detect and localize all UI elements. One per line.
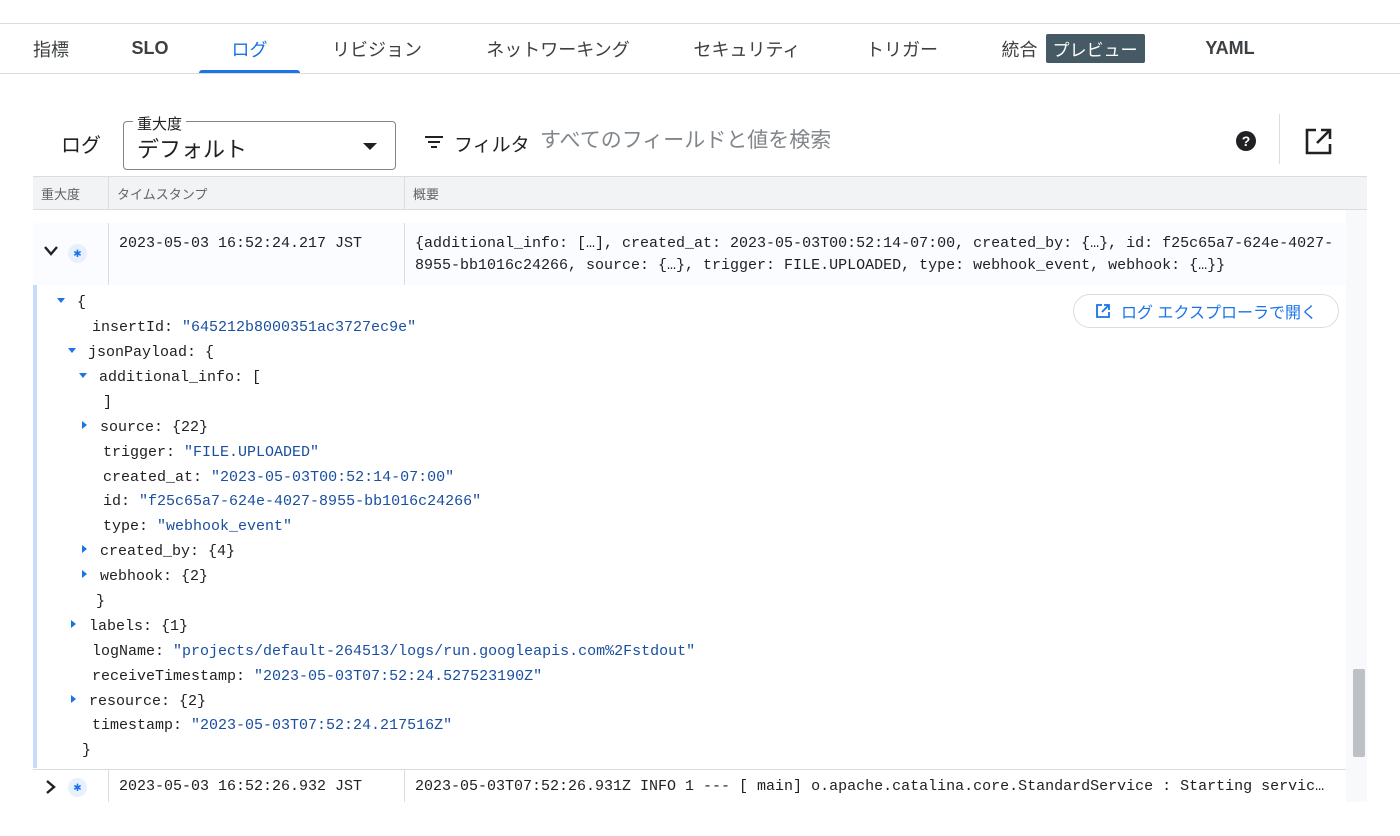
top-bar <box>0 0 1400 24</box>
scrollbar-thumb[interactable] <box>1353 669 1365 757</box>
tab-slo[interactable]: SLO <box>118 24 182 73</box>
collapse-icon[interactable] <box>79 372 87 378</box>
severity-label: 重大度 <box>133 113 187 134</box>
field-created-at: created_at: "2023-05-03T00:52:14-07:00" <box>103 469 455 486</box>
default-severity-icon: ✱ <box>68 244 87 263</box>
tab-revisions[interactable]: リビジョン <box>318 24 436 73</box>
tab-yaml[interactable]: YAML <box>1192 24 1268 73</box>
expanded-payload: ログ エクスプローラで開く { insertId: "645212b800035… <box>33 285 1346 768</box>
field-additional-info[interactable]: additional_info: [ <box>79 369 261 389</box>
column-header-summary[interactable]: 概要 <box>405 177 439 210</box>
column-header-timestamp[interactable]: タイムスタンプ <box>109 177 405 210</box>
severity-select[interactable]: 重大度 デフォルト <box>123 113 396 170</box>
summary-cell: {additional_info: […], created_at: 2023-… <box>415 235 1334 274</box>
column-header-severity[interactable]: 重大度 <box>33 177 109 210</box>
additional-info-close: ] <box>103 394 113 411</box>
field-type: type: "webhook_event" <box>103 518 293 535</box>
tab-label: セキュリティ <box>693 39 801 60</box>
field-source[interactable]: source: {22} <box>82 419 208 439</box>
tab-security[interactable]: セキュリティ <box>680 24 814 73</box>
toolbar-divider <box>1279 114 1280 164</box>
log-entries: ✱ 2023-05-03 16:52:24.217 JST {additiona… <box>33 210 1367 802</box>
open-in-logs-explorer-label: ログ エクスプローラで開く <box>1121 305 1317 322</box>
logs-title: ログ <box>61 135 101 157</box>
log-entry-row[interactable]: ✱ 2023-05-03 16:52:24.217 JST {additiona… <box>33 223 1346 285</box>
filter-icon[interactable] <box>425 136 445 150</box>
field-receive-timestamp: receiveTimestamp: "2023-05-03T07:52:24.5… <box>92 668 543 685</box>
summary-cell: 2023-05-03T07:52:26.931Z INFO 1 --- [ ma… <box>415 778 1325 795</box>
tab-label: リビジョン <box>332 39 422 60</box>
tab-integrations[interactable]: 統合 プレビュー <box>990 24 1156 73</box>
expand-icon[interactable] <box>82 421 87 430</box>
field-created-by[interactable]: created_by: {4} <box>82 543 235 563</box>
tab-label: SLO <box>131 38 169 58</box>
field-resource[interactable]: resource: {2} <box>71 693 206 713</box>
field-log-name: logName: "projects/default-264513/logs/r… <box>92 643 696 660</box>
field-trigger: trigger: "FILE.UPLOADED" <box>103 444 320 461</box>
table-header: 重大度 タイムスタンプ 概要 <box>33 176 1367 210</box>
payload-root-close: } <box>82 742 92 759</box>
filter-label[interactable]: フィルタ <box>454 130 530 157</box>
open-in-logs-explorer-button[interactable]: ログ エクスプローラで開く <box>1073 294 1339 328</box>
tab-logs[interactable]: ログ <box>199 24 300 73</box>
tab-label: トリガー <box>866 39 938 60</box>
tab-label: 指標 <box>33 39 69 60</box>
caret-down-icon <box>363 143 377 150</box>
open-in-new-icon[interactable] <box>1303 127 1333 157</box>
chevron-down-icon[interactable] <box>43 243 59 263</box>
tab-label: ログ <box>231 39 268 60</box>
open-in-new-icon <box>1096 304 1110 318</box>
field-webhook[interactable]: webhook: {2} <box>82 568 208 588</box>
default-severity-icon: ✱ <box>68 778 87 797</box>
field-labels[interactable]: labels: {1} <box>71 618 188 638</box>
field-id: id: "f25c65a7-624e-4027-8955-bb1016c2426… <box>103 493 482 510</box>
tab-label: ネットワーキング <box>486 39 630 60</box>
severity-cell: ✱ <box>33 770 109 802</box>
payload-root[interactable]: { <box>57 294 86 314</box>
severity-cell: ✱ <box>33 223 109 285</box>
tab-networking[interactable]: ネットワーキング <box>472 24 644 73</box>
tab-label: 統合 <box>1001 39 1038 60</box>
tab-bar: 指標 SLO ログ リビジョン ネットワーキング セキュリティ トリガー 統合 … <box>0 24 1400 74</box>
collapse-icon[interactable] <box>68 347 76 353</box>
tab-triggers[interactable]: トリガー <box>852 24 952 73</box>
tab-metrics[interactable]: 指標 <box>18 24 84 73</box>
search-input[interactable] <box>540 126 1100 156</box>
timestamp-cell: 2023-05-03 16:52:26.932 JST <box>109 770 405 802</box>
json-payload-close: } <box>96 593 106 610</box>
preview-badge: プレビュー <box>1045 34 1145 63</box>
expand-icon[interactable] <box>82 545 87 554</box>
help-icon[interactable]: ? <box>1236 131 1256 151</box>
field-json-payload[interactable]: jsonPayload: { <box>68 344 214 364</box>
field-timestamp: timestamp: "2023-05-03T07:52:24.217516Z" <box>92 717 453 734</box>
expand-icon[interactable] <box>82 570 87 579</box>
severity-value: デフォルト <box>137 137 248 162</box>
tab-label: YAML <box>1205 38 1255 58</box>
expand-icon[interactable] <box>71 620 76 629</box>
logs-toolbar: ログ 重大度 デフォルト フィルタ ? <box>0 74 1400 176</box>
collapse-icon[interactable] <box>57 297 65 303</box>
field-insert-id: insertId: "645212b8000351ac3727ec9e" <box>92 319 417 336</box>
chevron-right-icon[interactable] <box>45 779 57 801</box>
expand-icon[interactable] <box>71 695 76 704</box>
log-entry-row[interactable]: ✱ 2023-05-03 16:52:26.932 JST 2023-05-03… <box>33 769 1346 802</box>
timestamp-cell: 2023-05-03 16:52:24.217 JST <box>109 223 405 285</box>
